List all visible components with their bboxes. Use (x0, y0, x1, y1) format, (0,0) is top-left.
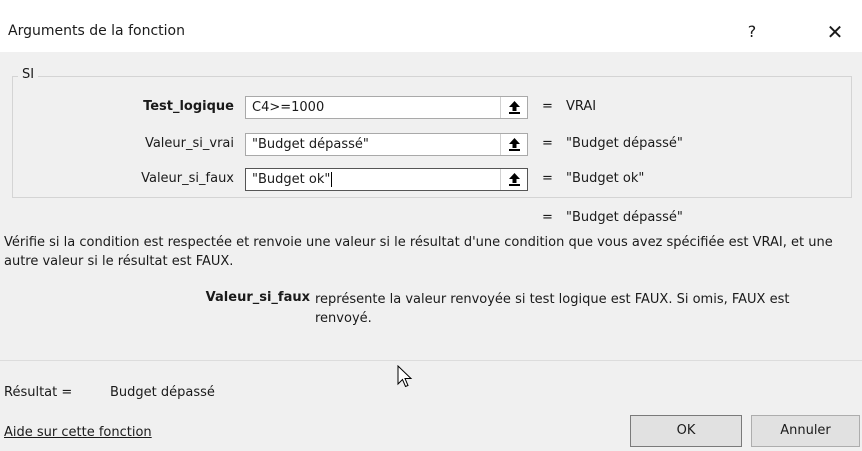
close-button[interactable]: ✕ (815, 14, 855, 50)
arg-label-valeur-si-faux: Valeur_si_faux (141, 171, 234, 186)
collapse-arrow-icon (509, 138, 520, 151)
function-help-link[interactable]: Aide sur cette fonction (4, 425, 152, 440)
formula-result: "Budget dépassé" (566, 210, 683, 225)
arg-label-valeur-si-vrai: Valeur_si_vrai (144, 136, 234, 151)
valeur-si-vrai-collapse-button[interactable] (500, 134, 527, 155)
param-description-text: représente la valeur renvoyée si test lo… (315, 292, 790, 326)
test-logique-collapse-button[interactable] (500, 97, 527, 118)
function-description: Vérifie si la condition est respectée et… (4, 235, 833, 269)
valeur-si-faux-value: "Budget ok" (252, 172, 331, 187)
valeur-si-vrai-input[interactable]: "Budget dépassé" (245, 133, 528, 156)
result-value: Budget dépassé (110, 385, 215, 400)
text-caret (331, 172, 333, 187)
arg-equals-sign: = (542, 171, 553, 186)
test-logique-value: C4>=1000 (252, 100, 325, 115)
arg-equals-sign: = (542, 136, 553, 151)
help-button[interactable]: ? (734, 14, 770, 50)
valeur-si-faux-input[interactable]: "Budget ok" (245, 168, 528, 191)
divider (0, 360, 862, 361)
result-label: Résultat = (4, 385, 73, 400)
valeur-si-faux-result: "Budget ok" (566, 171, 645, 186)
collapse-arrow-icon (509, 173, 520, 186)
collapse-arrow-icon (509, 101, 520, 114)
param-description-name: Valeur_si_faux (205, 290, 310, 305)
cancel-button[interactable]: Annuler (751, 415, 860, 447)
arg-equals-sign: = (542, 99, 553, 114)
function-arguments-dialog: Arguments de la fonction ? ✕ SI Test_log… (0, 0, 862, 451)
function-name-label: SI (18, 67, 39, 82)
test-logique-input[interactable]: C4>=1000 (245, 96, 528, 119)
test-logique-result: VRAI (566, 99, 597, 114)
formula-equals-sign: = (542, 210, 553, 225)
arg-label-test-logique: Test_logique (143, 99, 234, 114)
title-bar: Arguments de la fonction ? ✕ (0, 0, 862, 52)
mouse-pointer-icon (397, 365, 413, 388)
valeur-si-vrai-result: "Budget dépassé" (566, 136, 683, 151)
ok-button[interactable]: OK (630, 415, 742, 447)
valeur-si-vrai-value: "Budget dépassé" (252, 137, 369, 152)
dialog-title: Arguments de la fonction (8, 23, 185, 39)
valeur-si-faux-collapse-button[interactable] (500, 169, 527, 190)
